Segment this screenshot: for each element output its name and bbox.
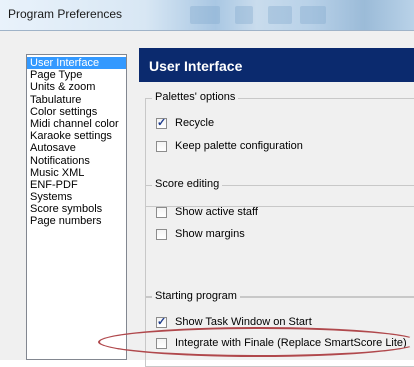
nav-item-midi-channel-color[interactable]: Midi channel color <box>27 118 126 130</box>
titlebar-decoration <box>300 6 326 24</box>
nav-item-page-type[interactable]: Page Type <box>27 69 126 81</box>
highlight-oval <box>98 327 414 357</box>
show-active-staff-label: Show active staff <box>175 206 258 218</box>
nav-item-autosave[interactable]: Autosave <box>27 142 126 154</box>
nav-item-color-settings[interactable]: Color settings <box>27 106 126 118</box>
settings-panel: User Interface Palettes' options Recycle… <box>137 45 414 367</box>
show-margins-checkbox-box[interactable] <box>156 229 167 240</box>
nav-item-tabulature[interactable]: Tabulature <box>27 94 126 106</box>
nav-item-score-symbols[interactable]: Score symbols <box>27 203 126 215</box>
keep-palette-label: Keep palette configuration <box>175 140 303 152</box>
nav-item-notifications[interactable]: Notifications <box>27 155 126 167</box>
score-editing-group: Score editing Show active staff Show mar… <box>145 178 414 297</box>
nav-item-user-interface[interactable]: User Interface <box>27 57 126 70</box>
title-bar: Program Preferences <box>0 0 414 31</box>
recycle-checkbox-box[interactable] <box>156 116 167 129</box>
show-task-window-checkbox-box[interactable] <box>156 315 167 328</box>
nav-item-enf-pdf[interactable]: ENF-PDF <box>27 179 126 191</box>
window-title: Program Preferences <box>8 7 123 21</box>
show-margins-label: Show margins <box>175 228 245 240</box>
panel-header: User Interface <box>139 48 414 82</box>
titlebar-decoration <box>268 6 292 24</box>
nav-item-units-zoom[interactable]: Units & zoom <box>27 81 126 93</box>
titlebar-decoration <box>190 6 220 24</box>
starting-program-legend: Starting program <box>152 290 240 302</box>
titlebar-decoration <box>235 6 253 24</box>
nav-item-karaoke-settings[interactable]: Karaoke settings <box>27 130 126 142</box>
category-list[interactable]: User Interface Page Type Units & zoom Ta… <box>26 54 127 360</box>
show-active-staff-checkbox-box[interactable] <box>156 207 167 218</box>
recycle-label: Recycle <box>175 117 215 129</box>
palettes-options-legend: Palettes' options <box>152 91 239 103</box>
score-editing-legend: Score editing <box>152 178 223 190</box>
keep-palette-checkbox-box[interactable] <box>156 141 167 152</box>
nav-item-page-numbers[interactable]: Page numbers <box>27 215 126 227</box>
nav-item-music-xml[interactable]: Music XML <box>27 167 126 179</box>
nav-item-systems[interactable]: Systems <box>27 191 126 203</box>
panel-title: User Interface <box>149 58 243 74</box>
